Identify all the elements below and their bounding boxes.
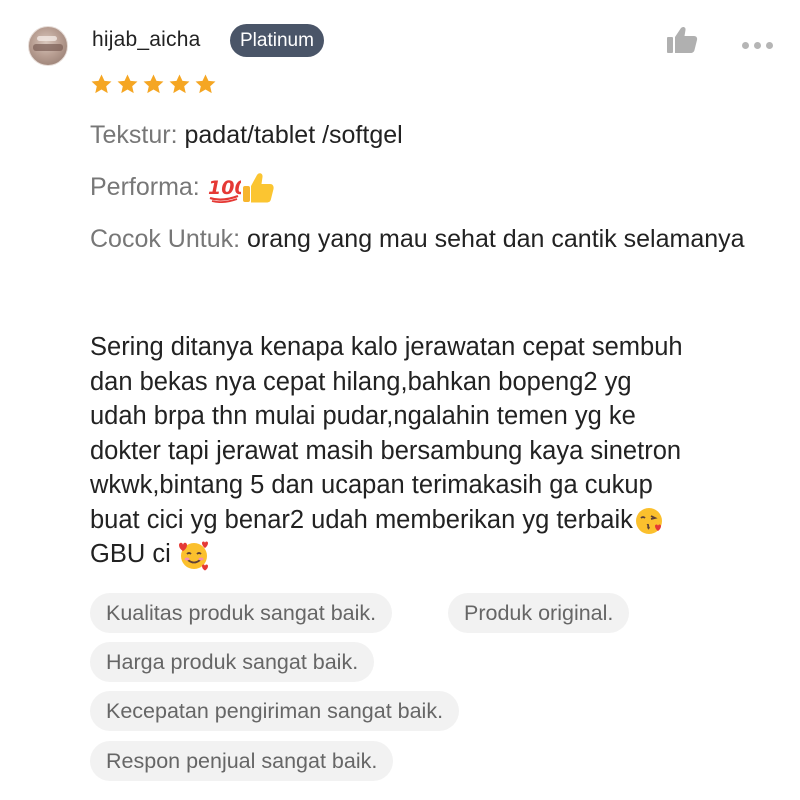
smiling-face-with-hearts-emoji bbox=[178, 541, 208, 571]
more-options-icon[interactable] bbox=[742, 36, 778, 49]
review-line: udah brpa thn mulai pudar,ngalahin temen… bbox=[90, 402, 636, 430]
review-card: hijab_aicha Platinum Tekstur: padat/tabl… bbox=[0, 0, 800, 800]
field-value bbox=[200, 173, 207, 201]
review-line: buat cici yg benar2 udah memberikan yg t… bbox=[90, 505, 633, 534]
field-performance: Performa: 100 bbox=[90, 171, 275, 204]
star-icon bbox=[143, 74, 164, 94]
face-blowing-kiss-emoji bbox=[635, 507, 662, 534]
review-body: Sering ditanya kenapa kalo jerawatan cep… bbox=[90, 330, 780, 572]
thumbs-up-emoji bbox=[242, 173, 274, 203]
tag-chip[interactable]: Respon penjual sangat baik. bbox=[90, 741, 394, 781]
star-icon bbox=[169, 74, 190, 94]
field-texture: Tekstur: padat/tablet /softgel bbox=[90, 119, 403, 152]
star-icon bbox=[117, 74, 138, 94]
review-line-kiss: buat cici yg benar2 udah memberikan yg t… bbox=[90, 503, 780, 538]
tag-chip[interactable]: Produk original. bbox=[448, 593, 630, 633]
field-label: Cocok Untuk: bbox=[90, 225, 241, 253]
star-icon bbox=[195, 74, 216, 94]
star-icon bbox=[91, 74, 112, 94]
tier-badge: Platinum bbox=[230, 24, 324, 57]
review-line: Sering ditanya kenapa kalo jerawatan cep… bbox=[90, 333, 683, 361]
tag-chip[interactable]: Kualitas produk sangat baik. bbox=[90, 593, 393, 633]
field-label: Tekstur: bbox=[90, 121, 178, 149]
rating-stars bbox=[90, 73, 217, 99]
username[interactable]: hijab_aicha bbox=[92, 28, 200, 52]
tag-chip[interactable]: Kecepatan pengiriman sangat baik. bbox=[90, 691, 460, 731]
tag-chip[interactable]: Harga produk sangat baik. bbox=[90, 642, 375, 682]
field-value: padat/tablet /softgel bbox=[177, 121, 403, 149]
field-label: Performa: bbox=[90, 173, 200, 201]
review-line-hearts: GBU ci bbox=[90, 537, 780, 572]
review-line: GBU ci bbox=[90, 540, 178, 568]
review-line: wkwk,bintang 5 dan ucapan terimakasih ga… bbox=[90, 471, 653, 499]
field-value: orang yang mau sehat dan cantik selamany… bbox=[240, 225, 745, 253]
review-line: dan bekas nya cepat hilang,bahkan bopeng… bbox=[90, 367, 632, 396]
thumbs-up-icon[interactable] bbox=[666, 26, 698, 54]
hundred-points-emoji: 100 bbox=[208, 177, 241, 204]
field-suitable-for: Cocok Untuk: orang yang mau sehat dan ca… bbox=[90, 223, 770, 256]
review-line: dokter tapi jerawat masih bersambung kay… bbox=[90, 436, 682, 465]
avatar[interactable] bbox=[28, 26, 68, 66]
